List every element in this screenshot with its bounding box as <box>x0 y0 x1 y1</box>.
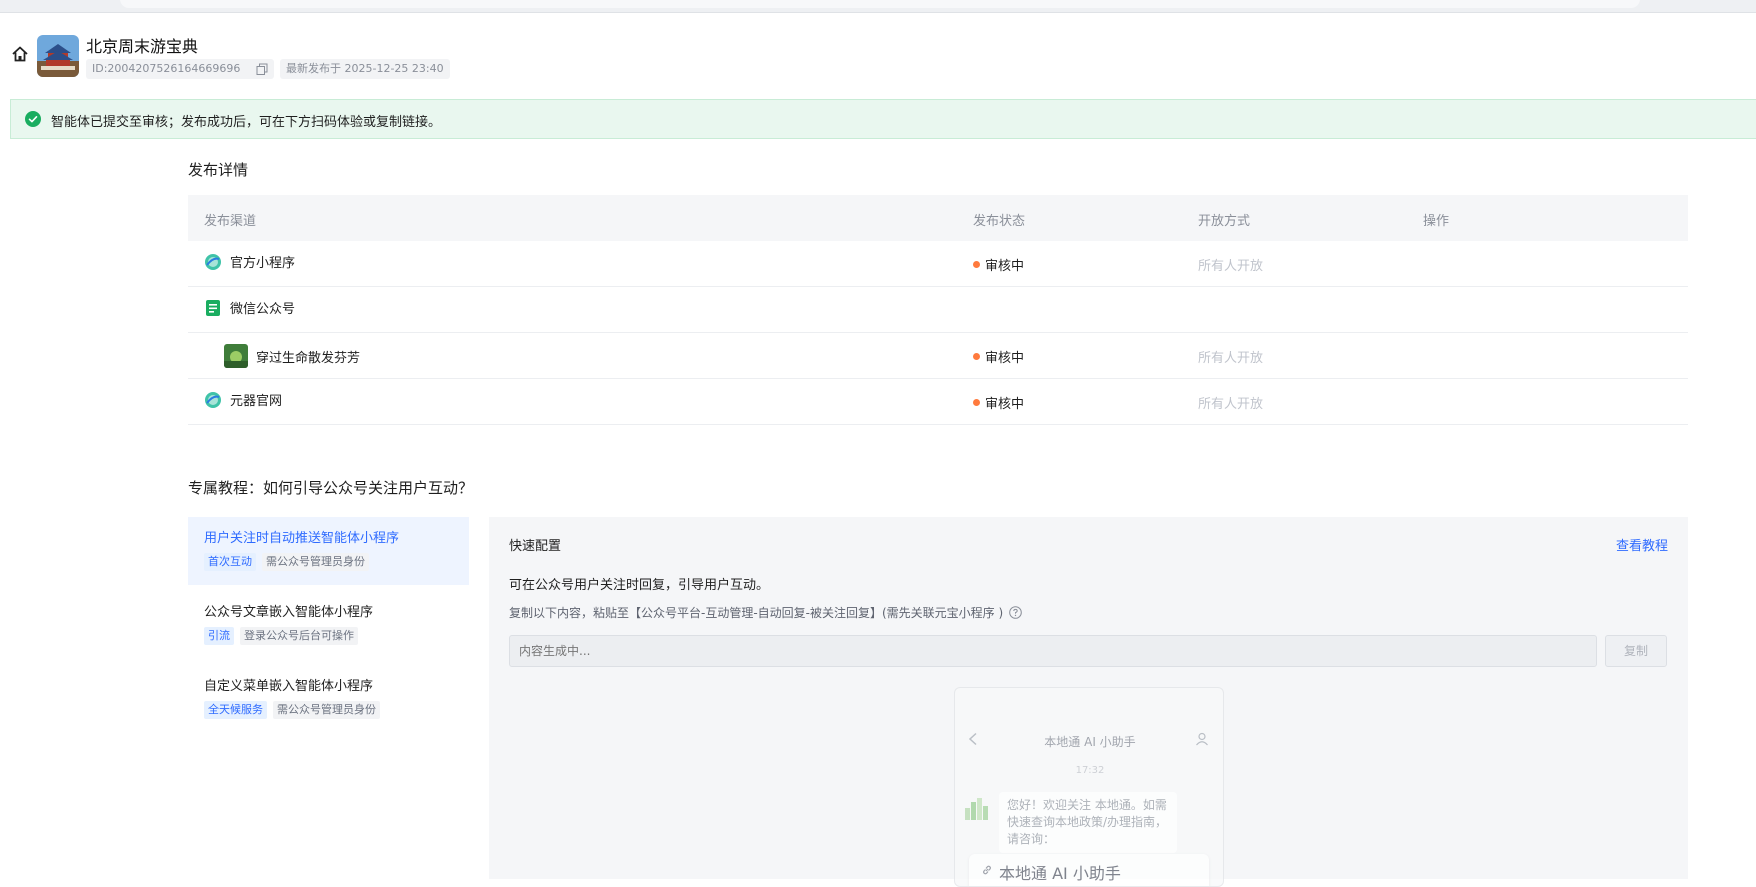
table-row: 元器官网 审核中 所有人开放 <box>188 379 1688 425</box>
channel-name: 元器官网 <box>230 394 283 409</box>
table-row: 穿过生命散发芬芳 审核中 所有人开放 <box>188 333 1688 379</box>
copy-icon[interactable] <box>256 63 268 75</box>
link-icon <box>983 865 991 875</box>
quick-config-panel: 快速配置 查看教程 可在公众号用户关注时回复，引导用户互动。 复制以下内容，粘贴… <box>489 517 1688 887</box>
tutorial-item-title: 公众号文章嵌入智能体小程序 <box>204 605 374 620</box>
channel-name: 微信公众号 <box>230 302 296 317</box>
tag-primary: 首次互动 <box>204 553 256 571</box>
col-actions: 操作 <box>1423 214 1450 229</box>
check-circle-icon <box>25 111 41 127</box>
user-icon <box>1196 732 1208 746</box>
channel-cell: 官方小程序 <box>204 252 295 271</box>
help-circle-icon[interactable] <box>1009 606 1022 619</box>
wechat-preview: 本地通 AI 小助手 17:32 您好！欢迎关注 本地通。如需快速查询本地政策/… <box>954 687 1224 887</box>
panel-hint: 复制以下内容，粘贴至【公众号平台-互动管理-自动回复-被关注回复】(需先关联元宝… <box>509 604 1022 621</box>
agent-id-text: ID:2004207526164669696 <box>92 62 241 75</box>
preview-title: 本地通 AI 小助手 <box>1044 735 1136 749</box>
globe-icon <box>205 253 221 270</box>
home-icon[interactable] <box>11 45 29 63</box>
status-text: 审核中 <box>985 259 1025 274</box>
table-row: 微信公众号 <box>188 287 1688 333</box>
publish-section-title: 发布详情 <box>188 161 249 179</box>
agent-title: 北京周末游宝典 <box>86 37 199 56</box>
status-cell: 审核中 <box>973 255 1024 274</box>
open-mode-text: 所有人开放 <box>1198 351 1264 366</box>
status-cell: 审核中 <box>973 347 1024 366</box>
pending-dot-icon <box>973 261 980 268</box>
tag-secondary: 登录公众号后台可操作 <box>240 627 358 645</box>
address-bar[interactable] <box>120 0 1640 8</box>
tutorial-item-title: 用户关注时自动推送智能体小程序 <box>204 531 400 546</box>
channel-cell: 穿过生命散发芬芳 <box>224 344 360 368</box>
agent-avatar <box>37 35 79 77</box>
tutorial-item-article-embed[interactable]: 公众号文章嵌入智能体小程序 引流 登录公众号后台可操作 <box>188 591 469 659</box>
channel-name: 穿过生命散发芬芳 <box>256 350 361 366</box>
globe-icon <box>205 391 221 408</box>
wechat-doc-icon <box>206 299 220 316</box>
pending-dot-icon <box>973 353 980 360</box>
status-text: 审核中 <box>985 351 1025 366</box>
view-tutorial-link[interactable]: 查看教程 <box>1616 535 1668 554</box>
panel-hint-text: 复制以下内容，粘贴至【公众号平台-互动管理-自动回复-被关注回复】(需先关联元宝… <box>509 606 1004 620</box>
tutorial-item-menu-embed[interactable]: 自定义菜单嵌入智能体小程序 全天候服务 需公众号管理员身份 <box>188 665 469 733</box>
panel-description: 可在公众号用户关注时回复，引导用户互动。 <box>509 578 770 593</box>
tutorial-item-auto-push[interactable]: 用户关注时自动推送智能体小程序 首次互动 需公众号管理员身份 <box>188 517 469 585</box>
open-mode-text: 所有人开放 <box>1198 397 1264 412</box>
tag-secondary: 需公众号管理员身份 <box>273 701 380 719</box>
tag-primary: 全天候服务 <box>204 701 267 719</box>
published-time-chip: 最新发布于 2025-12-25 23:40 <box>280 59 450 79</box>
review-success-banner: 智能体已提交至审核；发布成功后，可在下方扫码体验或复制链接。 <box>10 99 1756 139</box>
channel-cell: 元器官网 <box>204 390 282 409</box>
open-mode-text: 所有人开放 <box>1198 259 1264 274</box>
agent-id-chip: ID:2004207526164669696 <box>86 59 274 79</box>
preview-card-title: 本地通 AI 小助手 <box>999 864 1121 883</box>
browser-top-strip <box>0 0 1756 13</box>
pending-dot-icon <box>973 399 980 406</box>
col-status: 发布状态 <box>973 214 1026 229</box>
table-row: 官方小程序 审核中 所有人开放 <box>188 241 1688 287</box>
preview-message-bubble: 您好！欢迎关注 本地通。如需快速查询本地政策/办理指南，请咨询： <box>999 792 1177 853</box>
account-thumbnail <box>224 344 248 368</box>
copy-button[interactable]: 复制 <box>1605 635 1667 667</box>
table-header: 发布渠道 发布状态 开放方式 操作 <box>188 195 1688 241</box>
status-cell: 审核中 <box>973 393 1024 412</box>
preview-time: 17:32 <box>1075 765 1105 776</box>
reply-content-input[interactable] <box>509 635 1597 667</box>
tutorial-item-title: 自定义菜单嵌入智能体小程序 <box>204 679 374 694</box>
tutorial-section-title: 专属教程：如何引导公众号关注用户互动？ <box>188 479 474 497</box>
tag-primary: 引流 <box>204 627 234 645</box>
city-skyline-icon <box>965 798 988 820</box>
channel-cell: 微信公众号 <box>204 298 295 317</box>
channel-name: 官方小程序 <box>230 256 296 271</box>
tag-secondary: 需公众号管理员身份 <box>262 553 369 571</box>
status-text: 审核中 <box>985 397 1025 412</box>
publish-table: 发布渠道 发布状态 开放方式 操作 官方小程序 审核中 所有人开放 微信公众号 … <box>188 195 1688 425</box>
tutorial-list: 用户关注时自动推送智能体小程序 首次互动 需公众号管理员身份 公众号文章嵌入智能… <box>188 517 469 739</box>
banner-message: 智能体已提交至审核；发布成功后，可在下方扫码体验或复制链接。 <box>51 115 442 130</box>
preview-miniprogram-card: 本地通 AI 小助手 <box>969 854 1209 886</box>
col-channel: 发布渠道 <box>204 214 257 229</box>
panel-title: 快速配置 <box>509 539 562 554</box>
col-open-mode: 开放方式 <box>1198 214 1251 229</box>
